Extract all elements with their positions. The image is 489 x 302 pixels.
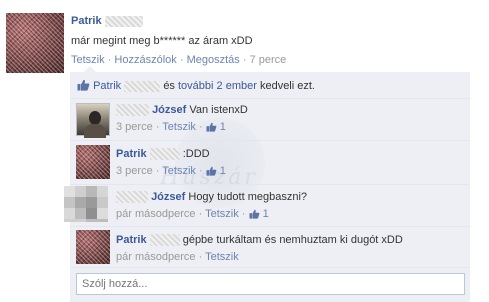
comment-like-count[interactable]: 1 [220, 165, 226, 177]
comment-body: József Hogy tudott megbaszni? [116, 191, 308, 204]
redacted-surname [116, 191, 148, 204]
post-author-name[interactable]: Patrik [71, 15, 102, 27]
thumbs-up-icon[interactable] [206, 166, 217, 179]
comment-like-link[interactable]: Tetszik [162, 121, 196, 133]
thumbs-up-icon [77, 79, 90, 94]
panel-caret [84, 66, 96, 72]
comment-text: Van istenxD [189, 104, 248, 116]
comment-text: :DDD [182, 148, 210, 160]
post-comment-link[interactable]: Hozzászólok [114, 54, 176, 66]
comment-text: gépbe turkáltam és nemhuztam ki dugót xD… [182, 234, 403, 246]
separator-dot: · [242, 54, 247, 66]
comment-timestamp[interactable]: pár másodperce [116, 208, 196, 220]
comment-like-link[interactable]: Tetszik [162, 165, 196, 177]
post-timestamp[interactable]: 7 perce [250, 54, 287, 66]
comment-meta: 3 perce · Tetszik · 1 [116, 165, 226, 179]
comment-input[interactable] [76, 273, 465, 295]
comment-avatar[interactable] [76, 103, 110, 138]
comment-avatar[interactable] [76, 230, 110, 264]
row-divider [70, 140, 470, 141]
comment-timestamp[interactable]: pár másodperce [116, 251, 196, 263]
likes-tail: kedveli ezt. [259, 80, 315, 92]
comment-author[interactable]: Patrik [116, 148, 147, 160]
comment-avatar[interactable] [76, 145, 110, 179]
likes-conj: és [163, 80, 175, 92]
row-divider [70, 267, 470, 268]
row-divider [70, 184, 470, 185]
comment-author[interactable]: József [151, 191, 185, 203]
redacted-surname [124, 80, 161, 92]
row-divider [70, 226, 470, 227]
redacted-surname [149, 148, 180, 161]
comment-body: Patrik gépbe turkáltam és nemhuztam ki d… [116, 234, 403, 247]
comment-author[interactable]: József [152, 104, 186, 116]
thumbs-up-icon[interactable] [206, 122, 217, 135]
comment-timestamp[interactable]: 3 perce [116, 165, 153, 177]
comment-meta: 3 perce · Tetszik · 1 [116, 121, 226, 135]
comment-avatar[interactable] [64, 186, 108, 222]
separator-dot: · [179, 54, 184, 66]
comment-text: Hogy tudott megbaszni? [188, 191, 308, 203]
comment-meta: pár másodperce · Tetszik · 1 [116, 208, 269, 222]
likes-row: Patrik és további 2 ember kedveli ezt. [77, 79, 315, 94]
post-share-link[interactable]: Megosztás [187, 54, 240, 66]
post-author-avatar[interactable] [6, 13, 64, 73]
post-like-link[interactable]: Tetszik [71, 54, 105, 66]
post-text: már megint meg b****** az áram xDD [71, 35, 253, 47]
post-header: Patrik [71, 15, 143, 27]
row-divider [70, 98, 470, 99]
comment-timestamp[interactable]: 3 perce [116, 121, 153, 133]
separator-dot: · [107, 54, 112, 66]
comment-like-count[interactable]: 1 [263, 208, 269, 220]
likes-others-link[interactable]: további 2 ember [178, 80, 257, 92]
comment-like-count[interactable]: 1 [220, 121, 226, 133]
comment-like-link[interactable]: Tetszik [205, 208, 239, 220]
comment-meta: pár másodperce · Tetszik [116, 251, 239, 263]
redacted-surname [104, 15, 143, 27]
thumbs-up-icon[interactable] [249, 209, 260, 222]
likes-name[interactable]: Patrik [93, 80, 121, 92]
redacted-surname [149, 234, 180, 247]
comment-author[interactable]: Patrik [116, 234, 147, 246]
comment-body: Patrik :DDD [116, 148, 210, 161]
comment-body: József Van istenxD [116, 104, 248, 117]
comment-like-link[interactable]: Tetszik [205, 251, 239, 263]
redacted-surname [116, 104, 149, 117]
post-actions: Tetszik · Hozzászólok · Megosztás · 7 pe… [71, 54, 286, 66]
